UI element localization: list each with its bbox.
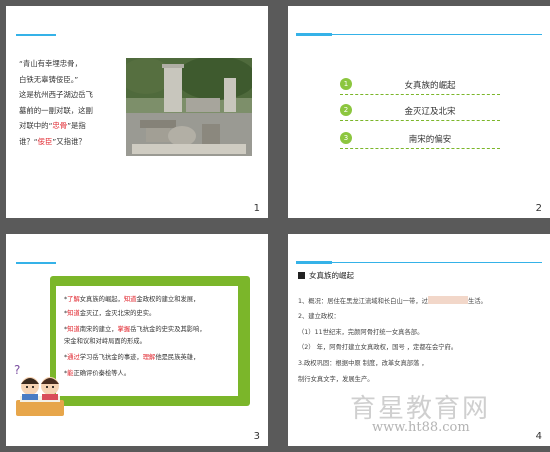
intro-line: “青山有幸埋忠骨，	[19, 59, 82, 68]
objective-line: *了解女真族的崛起，知道金政权的建立和发展，	[64, 296, 200, 303]
content-line: （2） 年，阿骨打建立女真政权，国号 ，定都在会宁府。	[298, 344, 458, 351]
highlight-word: 忠骨	[52, 121, 68, 130]
slide-3[interactable]: *了解女真族的崛起，知道金政权的建立和发展， *知道金灭辽，金灭北宋的史实。 *…	[6, 234, 268, 446]
accent-line	[296, 261, 542, 264]
content-line: 2、建立政权：	[298, 313, 340, 320]
objectives-card: *了解女真族的崛起，知道金政权的建立和发展， *知道金灭辽，金灭北宋的史实。 *…	[56, 286, 238, 396]
intro-line: 谁？“佞臣”又指谁？	[19, 136, 86, 146]
tomb-photo	[126, 58, 252, 156]
agenda-label: 南宋的偏安	[408, 135, 452, 145]
svg-text:?: ?	[14, 363, 20, 377]
agenda-label: 女真族的崛起	[404, 81, 456, 91]
slide-number: 1	[253, 203, 260, 214]
content-line: 制行女真文字，发展生产。	[298, 376, 374, 383]
slide-1[interactable]: “青山有幸埋忠骨， 白铁无辜铸佞臣。” 这是杭州西子湖边岳飞 墓前的一副对联，这…	[6, 6, 268, 218]
content-line: 3.政权巩固：根据中原 制度，改革女真部落 ，	[298, 360, 428, 367]
objective-line: *能正确评价秦桧等人。	[64, 370, 131, 377]
objective-line: *通过学习岳飞抗金的事迹，理解他是民族英雄，	[64, 354, 200, 361]
objective-line: *知道金灭辽，金灭北宋的史实。	[64, 310, 156, 317]
fill-blank	[427, 296, 468, 304]
agenda-number-badge: 2	[340, 104, 352, 116]
agenda-item[interactable]: 1 女真族的崛起	[340, 78, 500, 95]
agenda-label: 金灭辽及北宋	[404, 107, 456, 117]
accent-line	[16, 34, 56, 36]
agenda-item[interactable]: 3 南宋的偏安	[340, 132, 500, 149]
content-line: 1、概况：居住在黑龙江流域和长白山一带，过 生活。	[298, 296, 487, 305]
section-title: 女真族的崛起	[298, 270, 354, 281]
content-line: （1）11世纪末，完颜阿骨打统一女真各部。	[298, 329, 424, 336]
slide-number: 4	[535, 431, 542, 442]
bullet-square-icon	[298, 272, 305, 279]
intro-text: “青山有幸埋忠骨， 白铁无辜铸佞臣。” 这是杭州西子湖边岳飞 墓前的一副对联，这…	[19, 56, 117, 149]
agenda-number-badge: 3	[340, 132, 352, 144]
slide-number: 3	[253, 431, 260, 442]
intro-line: 白铁无辜铸佞臣。”	[19, 74, 79, 84]
students-illustration: ?	[10, 362, 70, 422]
accent-line	[296, 33, 542, 36]
objective-line: *知道南宋的建立，掌握岳飞抗金的史实及其影响，	[64, 326, 206, 333]
intro-line: 墓前的一副对联，这副	[19, 105, 93, 115]
agenda-item[interactable]: 2 金灭辽及北宋	[340, 104, 500, 121]
intro-line: 这是杭州西子湖边岳飞	[19, 90, 93, 99]
objectives-panel: *了解女真族的崛起，知道金政权的建立和发展， *知道金灭辽，金灭北宋的史实。 *…	[50, 276, 250, 406]
highlight-word: 佞臣	[37, 136, 53, 146]
agenda-number-badge: 1	[340, 78, 352, 90]
objective-line: 宋金和议和对峙局面的形成。	[64, 338, 146, 345]
intro-line: 对联中的“忠骨”是指	[19, 121, 86, 130]
students-illustration-image: ?	[14, 363, 64, 416]
slide-number: 2	[535, 203, 542, 214]
watermark-url: www.ht88.com	[372, 420, 470, 435]
tomb-photo-image	[126, 58, 252, 156]
slide-2[interactable]: 1 女真族的崛起 2 金灭辽及北宋 3 南宋的偏安 2	[288, 6, 550, 218]
accent-line	[16, 262, 56, 264]
